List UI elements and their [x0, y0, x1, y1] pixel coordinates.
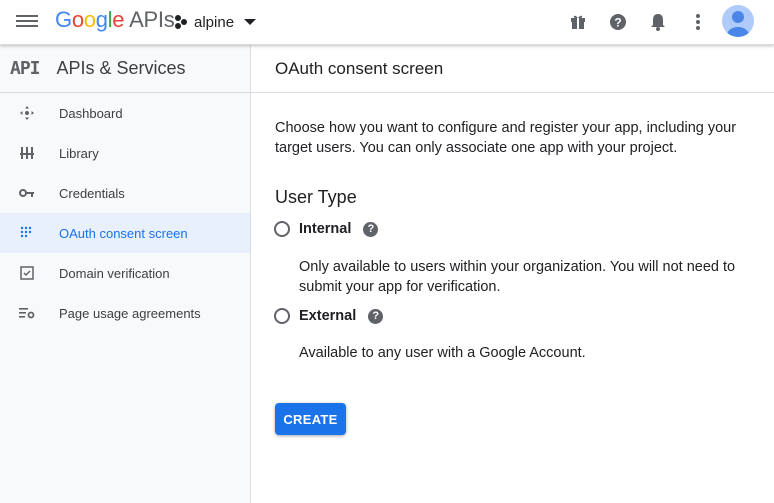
help-icon[interactable]: ? — [607, 11, 629, 33]
sidebar-item-label: OAuth consent screen — [59, 225, 188, 241]
help-icon[interactable]: ? — [368, 308, 384, 324]
internal-description: Only available to users within your orga… — [299, 259, 736, 295]
notifications-icon[interactable] — [647, 11, 669, 33]
sidebar-item-library[interactable]: Library — [0, 133, 250, 173]
sidebar-item-label: Library — [59, 145, 99, 161]
help-icon[interactable]: ? — [363, 221, 379, 237]
api-logo: API — [10, 58, 40, 79]
sidebar-title: APIs & Services — [56, 58, 186, 78]
sidebar: API APIs & Services Dashboard Library Cr… — [0, 45, 251, 503]
svg-text:?: ? — [614, 16, 621, 30]
sidebar-item-dashboard[interactable]: Dashboard — [0, 93, 250, 133]
google-apis-logo[interactable]: Google APIs — [55, 7, 175, 33]
external-radio-option[interactable]: External ? — [274, 308, 384, 324]
sidebar-item-oauth-consent-screen[interactable]: OAuth consent screen — [0, 213, 250, 253]
sidebar-item-label: Credentials — [59, 185, 125, 201]
external-description: Available to any user with a Google Acco… — [299, 345, 586, 361]
page-description: Choose how you want to configure and reg… — [275, 120, 737, 156]
project-icon — [175, 15, 187, 29]
external-label: External — [299, 308, 357, 324]
sidebar-item-credentials[interactable]: Credentials — [0, 173, 250, 213]
menu-icon[interactable] — [16, 12, 38, 32]
consent-icon — [17, 223, 37, 243]
logo-letter: G — [55, 7, 72, 32]
library-icon — [17, 143, 37, 163]
chevron-down-icon — [244, 19, 257, 25]
sidebar-header: API APIs & Services — [0, 45, 250, 93]
avatar[interactable] — [722, 5, 754, 37]
sidebar-item-label: Dashboard — [59, 105, 123, 121]
checkbox-icon — [17, 263, 37, 283]
sidebar-item-page-usage-agreements[interactable]: Page usage agreements — [0, 293, 250, 333]
main-content: OAuth consent screen Choose how you want… — [251, 45, 774, 503]
internal-radio[interactable] — [274, 221, 290, 237]
page-header: OAuth consent screen — [251, 45, 774, 93]
logo-letter: e — [112, 7, 125, 32]
logo-letter: g — [95, 7, 108, 32]
more-vert-icon[interactable] — [687, 11, 709, 33]
internal-radio-option[interactable]: Internal ? — [274, 221, 379, 237]
gift-icon[interactable] — [567, 11, 589, 33]
project-selector[interactable]: alpine — [174, 12, 257, 32]
key-icon — [17, 183, 37, 203]
logo-apis-text: APIs — [129, 7, 175, 32]
project-name: alpine — [194, 13, 235, 31]
page-title: OAuth consent screen — [275, 58, 444, 78]
user-type-heading: User Type — [275, 187, 357, 207]
sidebar-item-label: Domain verification — [59, 265, 170, 281]
internal-label: Internal — [299, 221, 352, 237]
top-app-bar: Google APIs alpine ? — [0, 0, 774, 45]
settings-list-icon — [17, 303, 37, 323]
logo-letter: o — [71, 7, 84, 32]
dashboard-icon — [17, 103, 37, 123]
create-button[interactable]: CREATE — [275, 403, 346, 435]
sidebar-item-label: Page usage agreements — [59, 305, 201, 321]
logo-letter: o — [83, 7, 96, 32]
sidebar-item-domain-verification[interactable]: Domain verification — [0, 253, 250, 293]
external-radio[interactable] — [274, 308, 290, 324]
